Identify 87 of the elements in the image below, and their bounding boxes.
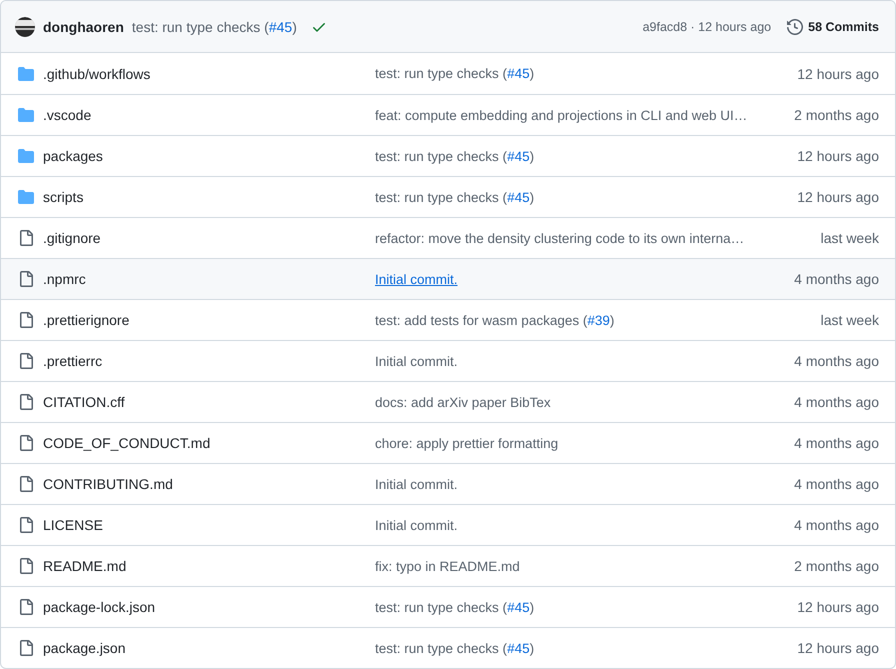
commit-time: 12 hours ago <box>797 189 879 205</box>
commit-message[interactable]: test: run type checks (#45) <box>132 18 297 34</box>
file-name[interactable]: package-lock.json <box>43 599 156 615</box>
file-name[interactable]: .gitignore <box>43 230 101 246</box>
pull-request-link[interactable]: #45 <box>507 640 530 656</box>
file-name[interactable]: .prettierrc <box>43 353 102 369</box>
commit-hash-time[interactable]: a9facd8 · 12 hours ago <box>642 20 772 34</box>
file-row[interactable]: README.md fix: typo in README.md 2 months ago <box>1 545 895 586</box>
file-icon <box>18 271 34 287</box>
commit-time: 4 months ago <box>794 517 879 533</box>
file-name[interactable]: package.json <box>43 640 126 656</box>
file-icon <box>18 558 34 574</box>
file-name[interactable]: README.md <box>43 558 126 574</box>
pull-request-link[interactable]: #45 <box>507 66 530 81</box>
file-icon <box>18 353 34 369</box>
file-icon <box>18 599 34 615</box>
file-name[interactable]: CONTRIBUTING.md <box>43 476 173 492</box>
file-icon <box>18 476 34 492</box>
file-name[interactable]: .prettierignore <box>43 312 130 328</box>
commit-message[interactable]: fix: typo in README.md <box>375 558 520 574</box>
commit-message[interactable]: feat: compute embedding and projections in CLI and web UI… <box>375 108 748 122</box>
folder-icon <box>18 189 34 205</box>
commit-time: last week <box>820 312 879 328</box>
file-name[interactable]: CITATION.cff <box>43 394 125 410</box>
file-row[interactable]: scripts test: run type checks (#45) 12 hours ago <box>1 176 895 217</box>
file-row[interactable]: CODE_OF_CONDUCT.md chore: apply prettier formatting 4 months ago <box>1 422 895 463</box>
history-icon <box>787 18 804 34</box>
folder-name[interactable]: packages <box>43 148 103 164</box>
file-row[interactable]: package.json test: run type checks (#45) 12 hours ago <box>1 627 895 668</box>
commits-button[interactable]: 58 Commits <box>787 18 879 34</box>
commit-message[interactable]: refactor: move the density clustering code to its own interna… <box>375 230 744 246</box>
file-row[interactable]: .npmrc Initial commit. 4 months ago <box>1 258 895 299</box>
folder-name[interactable]: .vscode <box>43 107 92 123</box>
commit-time: 12 hours ago <box>797 640 879 656</box>
commit-message[interactable]: Initial commit. <box>375 518 458 532</box>
commit-message[interactable]: test: run type checks (#45) <box>375 190 534 204</box>
file-icon <box>18 640 34 656</box>
commit-time: 4 months ago <box>794 476 879 492</box>
file-icon <box>18 517 34 533</box>
file-name[interactable]: .npmrc <box>43 271 86 287</box>
folder-icon <box>18 66 34 82</box>
commit-time: 4 months ago <box>794 435 879 451</box>
commit-time: last week <box>820 230 879 246</box>
commit-message[interactable]: chore: apply prettier formatting <box>375 436 558 450</box>
pull-request-link[interactable]: #45 <box>507 190 530 204</box>
file-icon <box>18 312 34 328</box>
file-icon <box>18 230 34 246</box>
file-row[interactable]: CITATION.cff docs: add arXiv paper BibTex 4 months ago <box>1 381 895 422</box>
file-row[interactable]: LICENSE Initial commit. 4 months ago <box>1 504 895 545</box>
commit-message[interactable]: test: run type checks (#45) <box>375 148 534 164</box>
author-name[interactable]: donghaoren <box>43 18 124 34</box>
commit-message[interactable]: Initial commit. <box>375 476 458 492</box>
commit-message[interactable]: test: run type checks (#45) <box>375 66 534 81</box>
commit-time: 12 hours ago <box>797 599 879 615</box>
commit-time: 4 months ago <box>794 394 879 410</box>
file-row[interactable]: CONTRIBUTING.md Initial commit. 4 months ago <box>1 463 895 504</box>
file-name[interactable]: CODE_OF_CONDUCT.md <box>43 435 210 451</box>
file-row[interactable]: .prettierrc Initial commit. 4 months ago <box>1 340 895 381</box>
folder-name[interactable]: .github/workflows <box>43 66 150 82</box>
pull-request-link[interactable]: #39 <box>587 312 610 328</box>
file-icon <box>18 435 34 451</box>
file-row[interactable]: package-lock.json test: run type checks (#45) 12 hours ago <box>1 586 895 627</box>
commit-message[interactable]: Initial commit. <box>375 272 458 286</box>
pull-request-link[interactable]: #45 <box>507 148 530 164</box>
commit-message[interactable]: docs: add arXiv paper BibTex <box>375 394 551 410</box>
file-row[interactable]: packages test: run type checks (#45) 12 hours ago <box>1 135 895 176</box>
pull-request-link[interactable]: #45 <box>507 600 530 614</box>
file-row[interactable]: .github/workflows test: run type checks (#45) 12 hours ago <box>1 53 895 94</box>
commit-time: 4 months ago <box>794 271 879 287</box>
commit-time: 12 hours ago <box>797 66 879 82</box>
folder-icon <box>18 148 34 164</box>
folder-name[interactable]: scripts <box>43 189 84 205</box>
avatar[interactable] <box>15 16 35 36</box>
commit-time: 2 months ago <box>794 107 879 123</box>
commit-time: 4 months ago <box>794 353 879 369</box>
commit-message[interactable]: test: run type checks (#45) <box>375 600 534 614</box>
commit-time: 2 months ago <box>794 558 879 574</box>
commit-message[interactable]: test: run type checks (#45) <box>375 640 534 656</box>
commit-time: 12 hours ago <box>797 148 879 164</box>
file-icon <box>18 394 34 410</box>
file-name[interactable]: LICENSE <box>43 517 103 533</box>
commit-message[interactable]: Initial commit. <box>375 354 458 368</box>
file-row[interactable]: .vscode feat: compute embedding and projections in CLI and web UI… 2 months ago <box>1 94 895 135</box>
file-row[interactable]: .prettierignore test: add tests for wasm packages (#39) last week <box>1 299 895 340</box>
commit-message[interactable]: test: add tests for wasm packages (#39) <box>375 312 614 328</box>
folder-icon <box>18 107 34 123</box>
pull-request-link[interactable]: #45 <box>268 18 292 34</box>
